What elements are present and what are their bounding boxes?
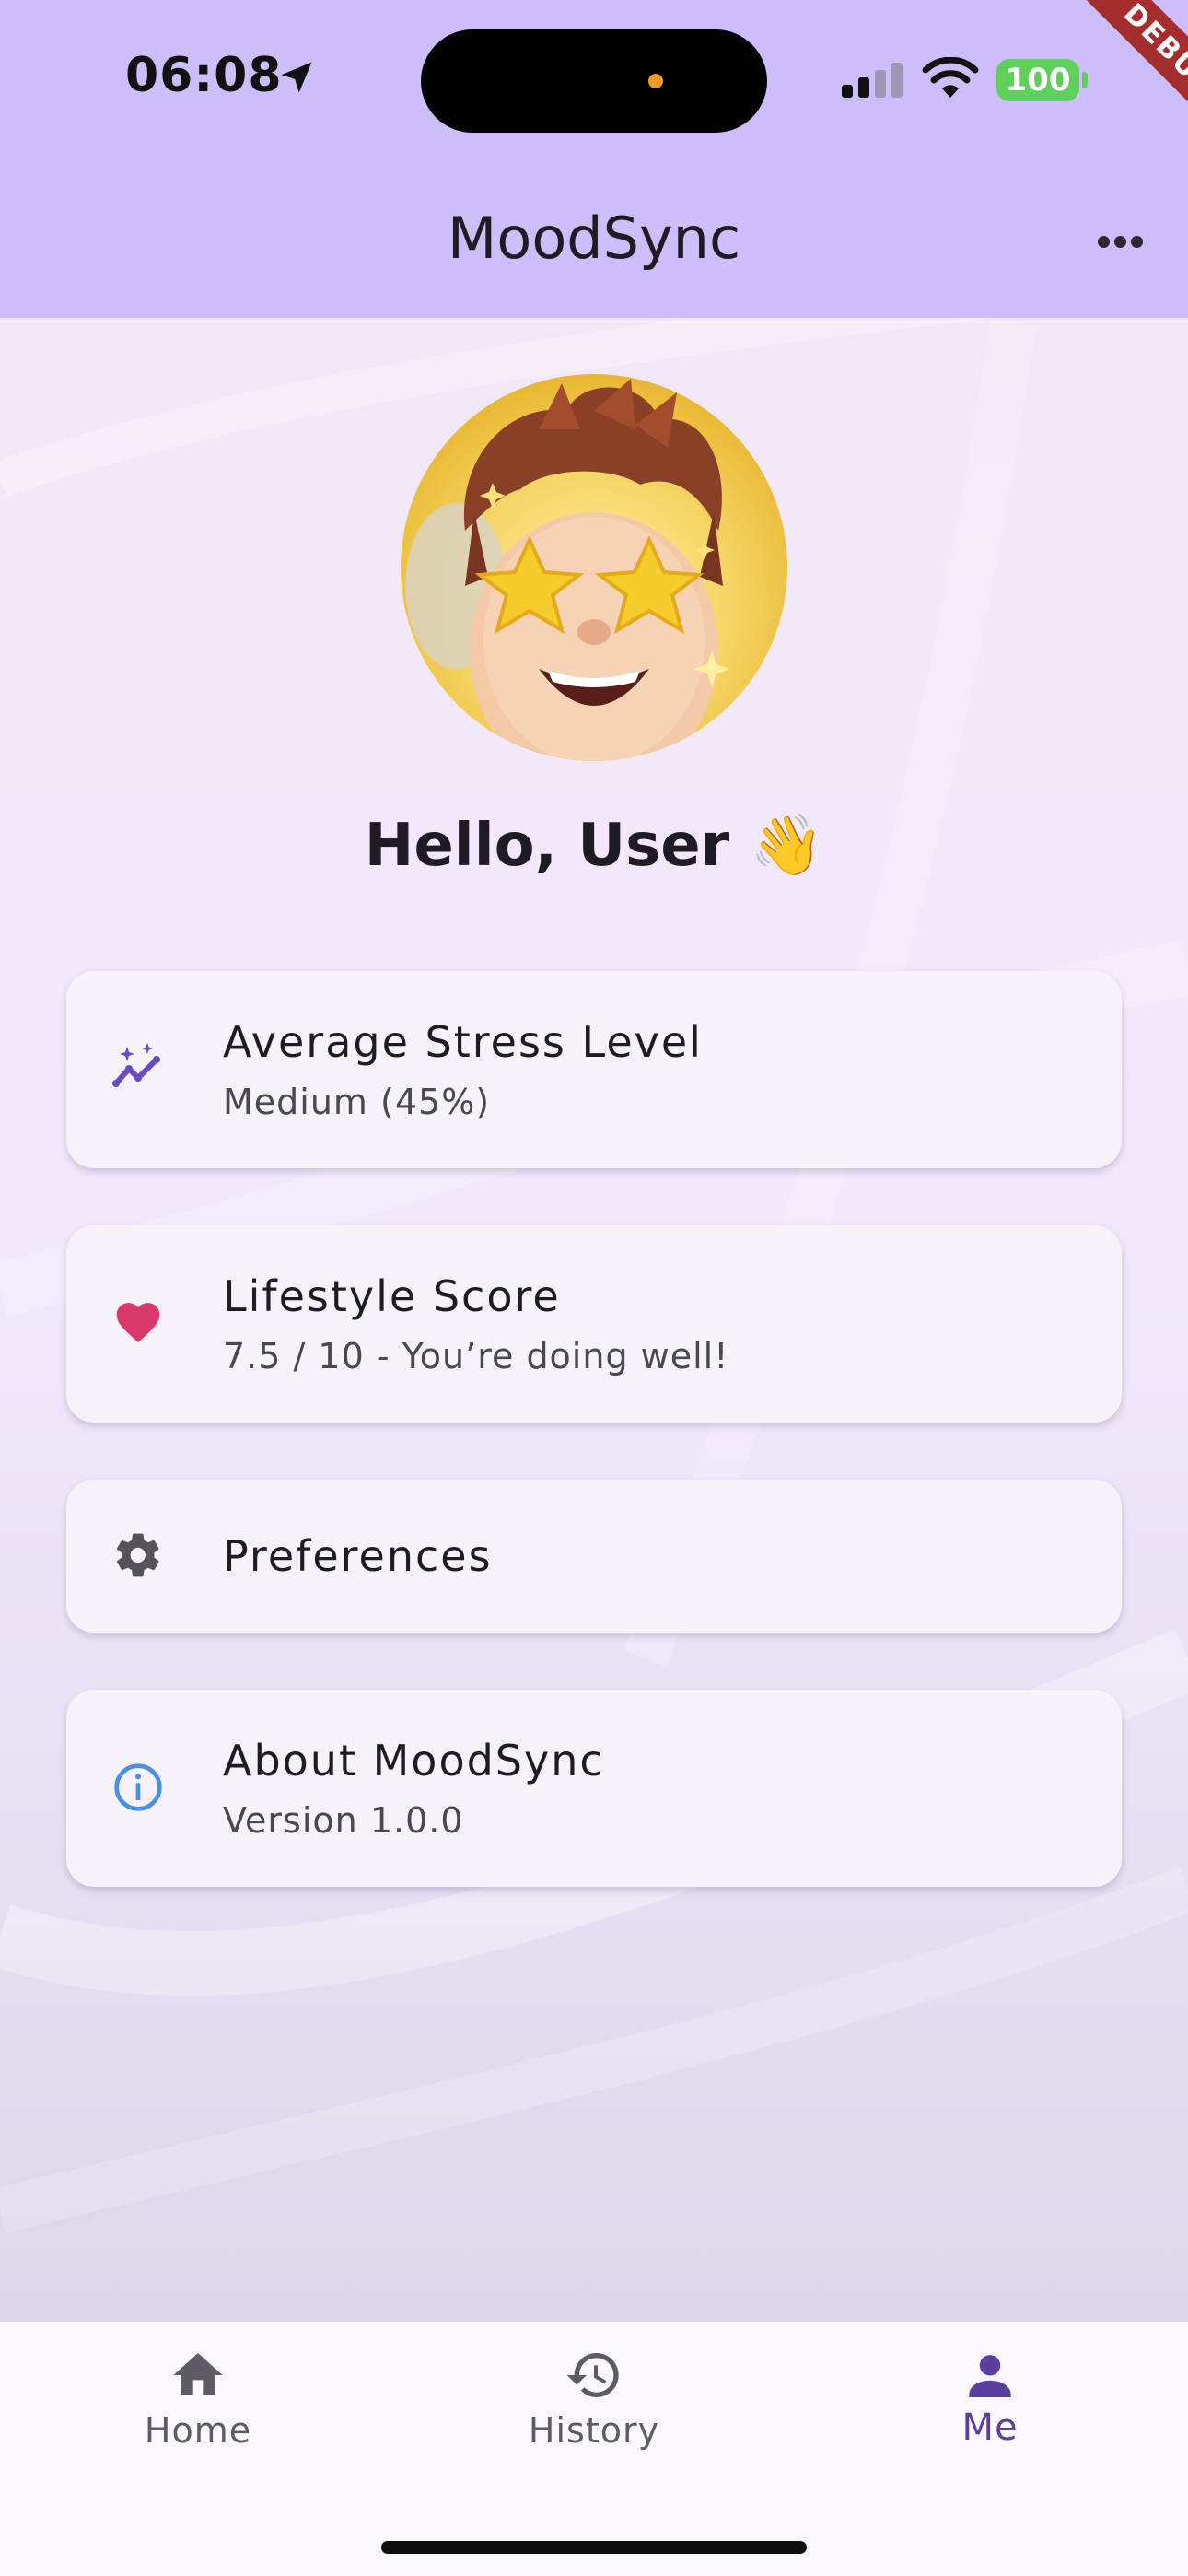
dynamic-island — [421, 29, 767, 133]
debug-banner: DEBUG — [1055, 0, 1188, 147]
card-subtitle: Version 1.0.0 — [223, 1800, 464, 1841]
more-options-button[interactable] — [1087, 223, 1151, 260]
greeting-heading: Hello, User 👋 — [364, 812, 824, 880]
person-icon — [969, 2355, 1011, 2397]
nav-label: Me — [961, 2406, 1019, 2449]
memoji-illustration — [405, 379, 730, 761]
info-icon — [114, 1763, 162, 1811]
app-bar: 06:08 100 MoodSync — [0, 0, 1188, 318]
card-title: About MoodSync — [223, 1736, 605, 1786]
card-title: Lifestyle Score — [223, 1271, 561, 1321]
avatar[interactable] — [401, 374, 787, 761]
dot — [1114, 236, 1126, 248]
debug-banner-wrap: DEBUG — [1041, 0, 1188, 147]
heart-icon — [116, 1303, 160, 1342]
nav-item-home[interactable]: Home — [0, 2322, 396, 2506]
card-subtitle: Medium (45%) — [223, 1082, 491, 1122]
gear-icon — [116, 1533, 159, 1577]
location-arrow-icon — [281, 62, 312, 93]
card-subtitle: 7.5 / 10 - You’re doing well! — [223, 1336, 729, 1376]
history-icon — [566, 2353, 619, 2397]
card-title: Preferences — [223, 1531, 493, 1581]
camera-indicator — [648, 74, 663, 88]
trending-sparkle-icon — [112, 1043, 160, 1087]
signal-icon — [842, 63, 903, 98]
nav-item-me[interactable]: Me — [792, 2322, 1188, 2506]
stress-level-card[interactable]: Average Stress Level Medium (45%) — [66, 971, 1122, 1168]
card-title: Average Stress Level — [223, 1017, 703, 1067]
home-icon — [173, 2353, 223, 2395]
nav-label: Home — [144, 2410, 252, 2451]
lifestyle-score-card[interactable]: Lifestyle Score 7.5 / 10 - You’re doing … — [66, 1225, 1122, 1423]
bottom-navigation: Home History Me — [0, 2322, 1188, 2576]
preferences-card[interactable]: Preferences — [66, 1480, 1122, 1633]
about-card[interactable]: About MoodSync Version 1.0.0 — [66, 1690, 1122, 1887]
wifi-icon — [922, 57, 979, 98]
dot — [1098, 236, 1110, 248]
nav-item-history[interactable]: History — [396, 2322, 792, 2506]
home-indicator[interactable] — [381, 2541, 807, 2554]
status-time: 06:08 — [125, 48, 283, 103]
page-title: MoodSync — [447, 205, 741, 272]
dot — [1131, 236, 1143, 248]
nav-label: History — [528, 2410, 660, 2451]
